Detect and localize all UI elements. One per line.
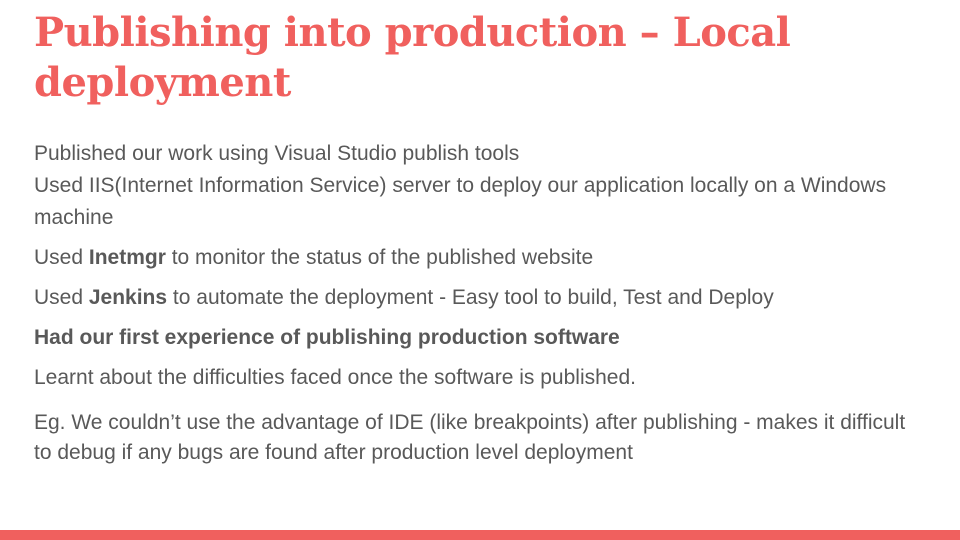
paragraph-inetmgr: Used Inetmgr to monitor the status of th…	[34, 242, 924, 274]
jenkins-suffix: to automate the deployment - Easy tool t…	[167, 286, 774, 309]
paragraph-first-experience: Had our first experience of publishing p…	[34, 326, 620, 349]
paragraph-jenkins: Used Jenkins to automate the deployment …	[34, 282, 924, 314]
publish-tools-text: Published our work using Visual Studio p…	[34, 142, 520, 165]
jenkins-prefix: Used	[34, 286, 89, 309]
inetmgr-suffix: to monitor the status of the published w…	[165, 246, 594, 269]
inetmgr-prefix: Used	[34, 246, 89, 269]
paragraph-publish-tools: Published our work using Visual Studio p…	[34, 138, 924, 234]
jenkins-bold: Jenkins	[88, 286, 168, 309]
inetmgr-bold: Inetmgr	[88, 246, 166, 269]
paragraph-ide-example: Eg. We couldn’t use the advantage of IDE…	[34, 411, 906, 464]
slide-title: Publishing into production – Local deplo…	[34, 9, 791, 106]
slide-body: Published our work using Visual Studio p…	[34, 138, 924, 468]
iis-deploy-text: Used IIS(Internet Information Service) s…	[34, 174, 887, 229]
paragraph-difficulties: Learnt about the difficulties faced once…	[34, 366, 636, 389]
slide: Publishing into production – Local deplo…	[0, 0, 960, 540]
bottom-accent-bar	[0, 530, 960, 540]
